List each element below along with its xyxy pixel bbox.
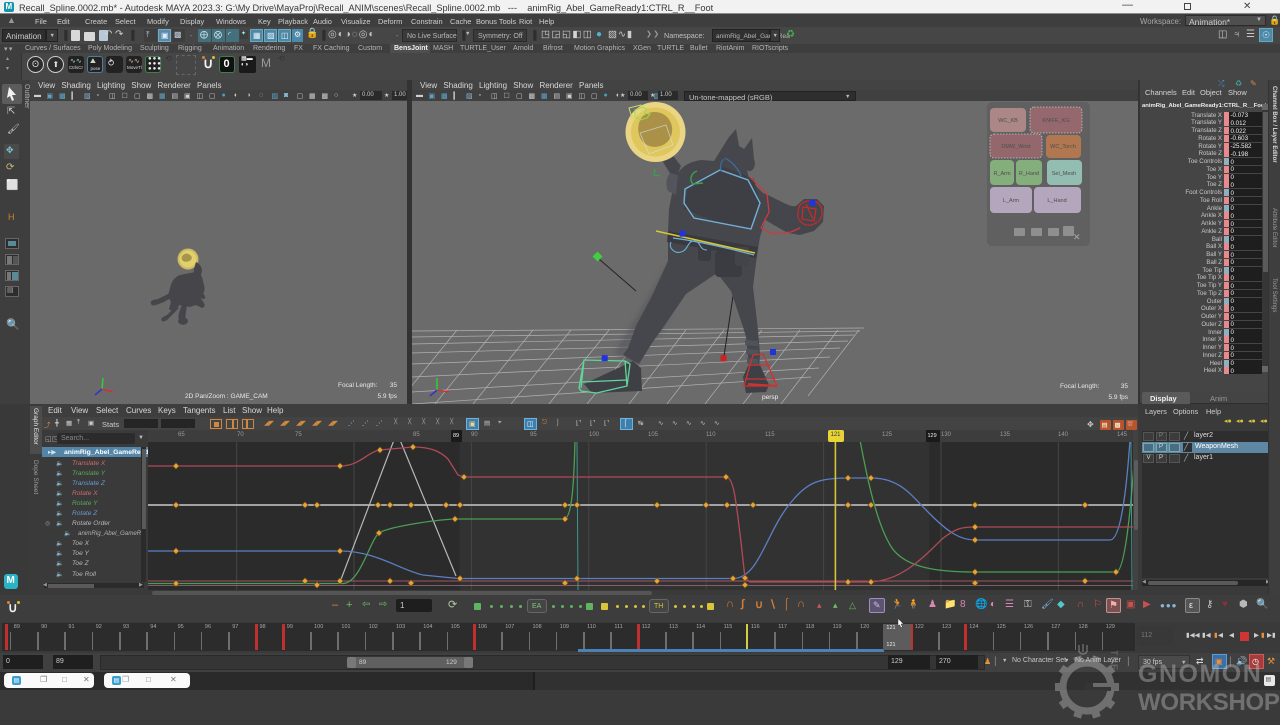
svg-text:Sel_Mesh: Sel_Mesh (1052, 171, 1076, 177)
svg-text:WORKSHOP: WORKSHOP (1138, 689, 1280, 716)
svg-text:R_Arm: R_Arm (993, 171, 1011, 177)
svg-text:R_Hand: R_Hand (1019, 171, 1039, 177)
svg-text:WC_Torch: WC_Torch (1050, 144, 1076, 150)
svg-text:GNOMON: GNOMON (1138, 660, 1262, 688)
svg-text:✕: ✕ (1073, 232, 1081, 242)
svg-text:5.9 fps: 5.9 fps (377, 393, 397, 400)
svg-text:persp: persp (762, 394, 779, 401)
svg-text:L_Hand: L_Hand (1047, 198, 1066, 204)
svg-text:L_Arm: L_Arm (1003, 198, 1020, 204)
svg-text:DMW_Wrist: DMW_Wrist (1001, 144, 1031, 150)
svg-text:35: 35 (1121, 383, 1129, 390)
svg-text:KNIFE_KG: KNIFE_KG (1042, 118, 1069, 124)
svg-text:WC_KB: WC_KB (998, 118, 1018, 124)
svg-text:5.9 fps: 5.9 fps (1108, 394, 1128, 401)
svg-text:Focal Length:: Focal Length: (338, 382, 378, 389)
svg-text:THE: THE (1109, 650, 1119, 671)
svg-text:Focal Length:: Focal Length: (1060, 383, 1100, 390)
svg-text:2D Pan/Zoom : GAME_CAM: 2D Pan/Zoom : GAME_CAM (185, 393, 268, 400)
svg-text:35: 35 (390, 382, 398, 389)
